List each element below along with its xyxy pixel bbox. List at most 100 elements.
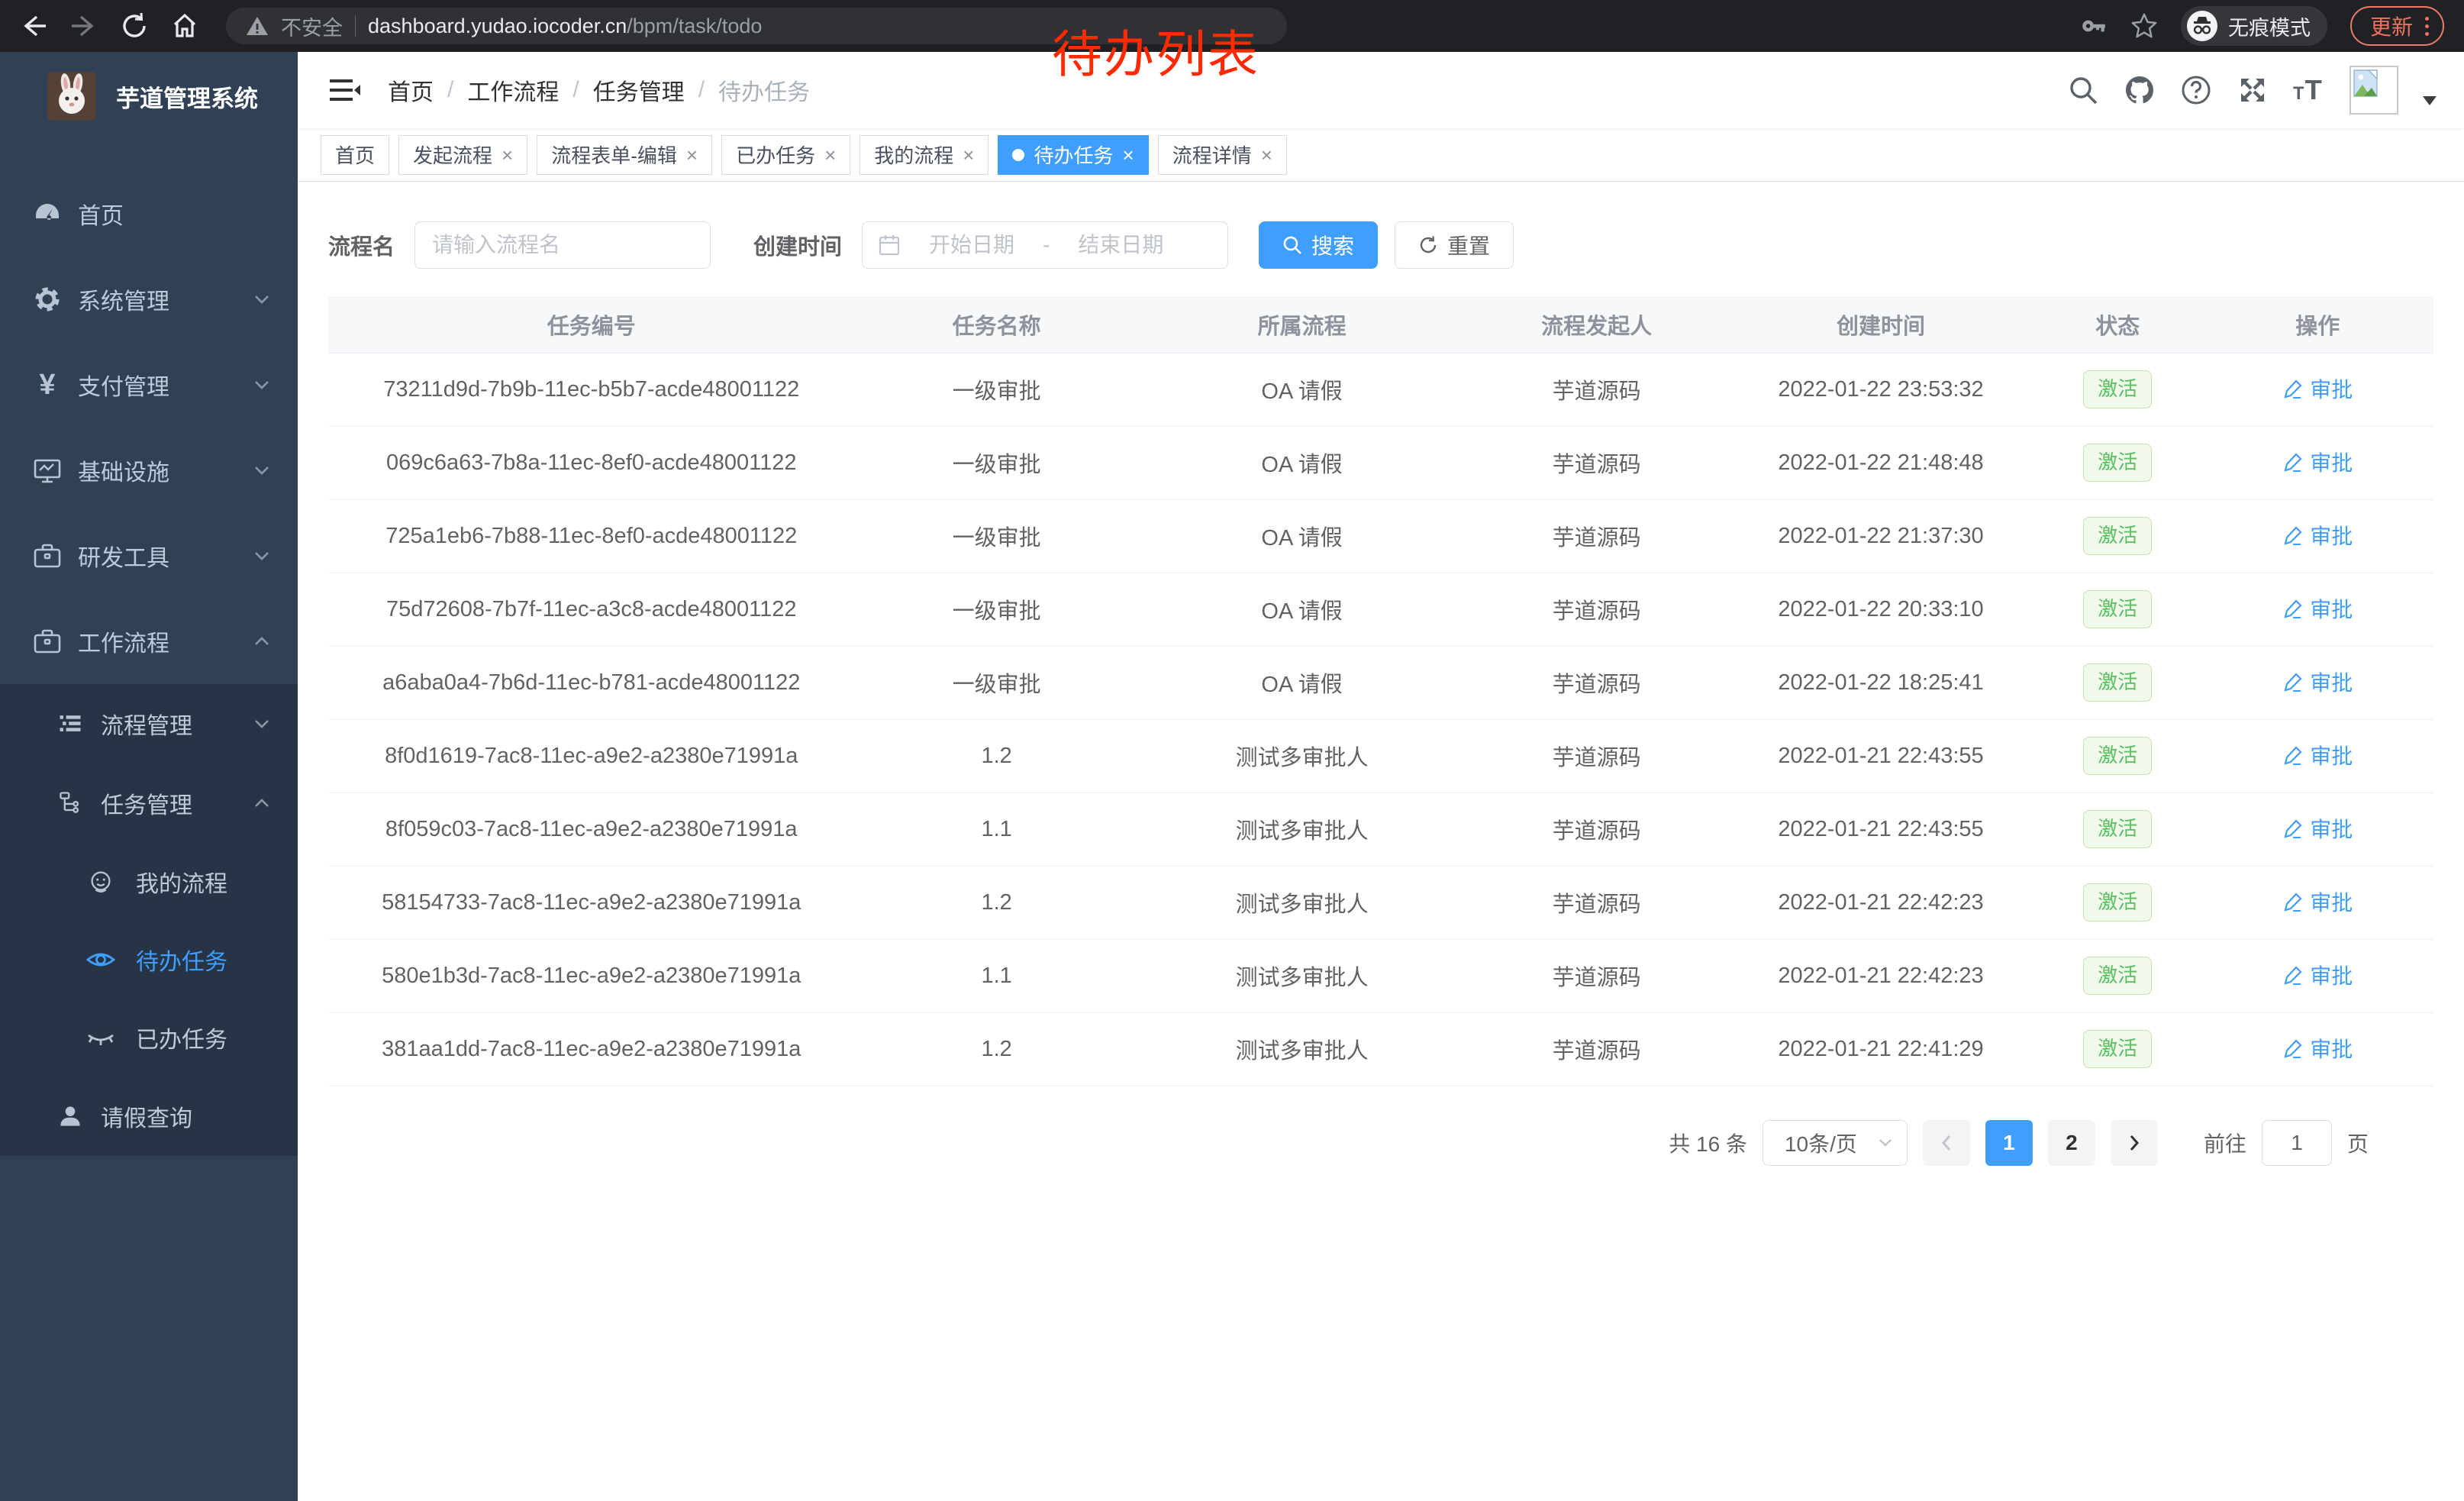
breadcrumb-home[interactable]: 首页 xyxy=(388,73,434,107)
sidebar-item-task-management[interactable]: 任务管理 xyxy=(0,763,298,843)
approve-button[interactable]: 审批 xyxy=(2282,593,2353,624)
reload-icon[interactable] xyxy=(121,12,148,40)
table-row: 75d72608-7b7f-11ec-a3c8-acde48001122 一级审… xyxy=(328,573,2433,646)
status-cell: 激活 xyxy=(2033,719,2202,792)
avatar-dropdown-caret[interactable] xyxy=(2423,96,2437,105)
app-logo-row[interactable]: 芋道管理系统 xyxy=(0,52,298,140)
tab-home[interactable]: 首页 xyxy=(321,135,389,175)
page-button-1[interactable]: 1 xyxy=(1985,1120,2033,1166)
approve-button[interactable]: 审批 xyxy=(2282,813,2353,844)
task-id-cell: 069c6a63-7b8a-11ec-8ef0-acde48001122 xyxy=(328,426,855,499)
status-badge: 激活 xyxy=(2083,663,2152,701)
sidebar-item-my-process[interactable]: 我的流程 xyxy=(0,843,298,921)
sidebar-item-payment[interactable]: ¥ 支付管理 xyxy=(0,342,298,428)
actions-cell: 审批 xyxy=(2202,792,2433,866)
chevron-down-icon xyxy=(253,550,270,562)
total-count: 共 16 条 xyxy=(1669,1128,1747,1158)
sidebar-item-workflow[interactable]: 工作流程 xyxy=(0,599,298,684)
tab-process-detail[interactable]: 流程详情× xyxy=(1158,135,1287,175)
status-cell: 激活 xyxy=(2033,646,2202,719)
col-task-name: 任务名称 xyxy=(855,296,1139,353)
task-table: 任务编号 任务名称 所属流程 流程发起人 创建时间 状态 操作 73211d9d… xyxy=(328,296,2433,1086)
goto-page-input[interactable] xyxy=(2262,1120,2332,1166)
end-date-input[interactable] xyxy=(1056,233,1185,257)
page-content: 流程名 创建时间 - 搜索 重置 任务编号 任务名称 xyxy=(298,182,2464,1166)
approve-button[interactable]: 审批 xyxy=(2282,886,2353,917)
close-icon[interactable]: × xyxy=(1123,145,1134,165)
fullscreen-icon[interactable] xyxy=(2237,74,2269,106)
approve-button[interactable]: 审批 xyxy=(2282,960,2353,990)
edit-icon xyxy=(2282,671,2304,692)
status-badge: 激活 xyxy=(2083,370,2152,408)
back-icon[interactable] xyxy=(20,12,47,40)
status-cell: 激活 xyxy=(2033,866,2202,939)
home-icon[interactable] xyxy=(171,12,198,40)
date-range-picker[interactable]: - xyxy=(862,221,1228,269)
table-row: 381aa1dd-7ac8-11ec-a9e2-a2380e71991a 1.2… xyxy=(328,1012,2433,1086)
tab-my-process[interactable]: 我的流程× xyxy=(859,135,989,175)
create-time-cell: 2022-01-22 21:37:30 xyxy=(1728,499,2033,573)
security-label[interactable]: 不安全 xyxy=(281,11,343,41)
font-size-icon[interactable]: TT xyxy=(2293,74,2325,106)
approve-button[interactable]: 审批 xyxy=(2282,520,2353,550)
process-cell: OA 请假 xyxy=(1139,426,1465,499)
sidebar-item-done-tasks[interactable]: 已办任务 xyxy=(0,999,298,1077)
sidebar-item-devtools[interactable]: 研发工具 xyxy=(0,513,298,599)
next-page-button[interactable] xyxy=(2111,1120,2158,1166)
close-icon[interactable]: × xyxy=(963,145,974,165)
url-text[interactable]: dashboard.yudao.iocoder.cn/bpm/task/todo xyxy=(368,15,762,38)
edit-icon xyxy=(2282,451,2304,473)
status-badge: 激活 xyxy=(2083,810,2152,847)
approve-button[interactable]: 审批 xyxy=(2282,667,2353,697)
tab-todo-tasks[interactable]: 待办任务× xyxy=(998,135,1148,175)
status-cell: 激活 xyxy=(2033,1012,2202,1086)
bookmark-star-icon[interactable] xyxy=(2130,12,2158,40)
close-icon[interactable]: × xyxy=(686,145,698,165)
browser-menu-icon[interactable] xyxy=(2425,17,2429,36)
help-icon[interactable] xyxy=(2180,74,2212,106)
approve-button[interactable]: 审批 xyxy=(2282,373,2353,404)
table-row: 725a1eb6-7b88-11ec-8ef0-acde48001122 一级审… xyxy=(328,499,2433,573)
sidebar-item-system[interactable]: 系统管理 xyxy=(0,257,298,342)
close-icon[interactable]: × xyxy=(1261,145,1272,165)
create-time-cell: 2022-01-22 21:48:48 xyxy=(1728,426,2033,499)
sidebar-collapse-icon[interactable] xyxy=(328,75,362,105)
approve-button[interactable]: 审批 xyxy=(2282,447,2353,477)
breadcrumb-task-management[interactable]: 任务管理 xyxy=(593,73,685,107)
create-time-cell: 2022-01-22 18:25:41 xyxy=(1728,646,2033,719)
close-icon[interactable]: × xyxy=(502,145,513,165)
svg-text:T: T xyxy=(2293,84,2304,104)
start-date-input[interactable] xyxy=(907,233,1037,257)
col-starter: 流程发起人 xyxy=(1465,296,1728,353)
page-button-2[interactable]: 2 xyxy=(2048,1120,2095,1166)
search-icon[interactable] xyxy=(2067,74,2099,106)
approve-button[interactable]: 审批 xyxy=(2282,740,2353,770)
github-icon[interactable] xyxy=(2124,74,2156,106)
breadcrumb-workflow[interactable]: 工作流程 xyxy=(467,73,559,107)
tab-form-edit[interactable]: 流程表单-编辑× xyxy=(537,135,712,175)
col-actions: 操作 xyxy=(2202,296,2433,353)
status-cell: 激活 xyxy=(2033,499,2202,573)
close-icon[interactable]: × xyxy=(824,145,836,165)
user-avatar[interactable] xyxy=(2350,66,2398,115)
process-name-input[interactable] xyxy=(414,221,711,269)
status-badge: 激活 xyxy=(2083,590,2152,628)
search-button[interactable]: 搜索 xyxy=(1259,221,1378,269)
sidebar-item-infrastructure[interactable]: 基础设施 xyxy=(0,428,298,513)
person-icon xyxy=(55,1101,85,1131)
forward-icon[interactable] xyxy=(70,12,98,40)
key-icon[interactable] xyxy=(2080,12,2108,40)
tab-start-process[interactable]: 发起流程× xyxy=(398,135,527,175)
sidebar-item-process-management[interactable]: 流程管理 xyxy=(0,684,298,763)
update-button[interactable]: 更新 xyxy=(2350,6,2444,46)
tab-done-tasks[interactable]: 已办任务× xyxy=(721,135,850,175)
page-size-select[interactable]: 10条/页 xyxy=(1763,1120,1908,1166)
search-icon xyxy=(1282,235,1302,255)
sidebar-item-leave-query[interactable]: 请假查询 xyxy=(0,1077,298,1156)
sidebar-item-home[interactable]: 首页 xyxy=(0,171,298,257)
prev-page-button[interactable] xyxy=(1923,1120,1970,1166)
reset-button[interactable]: 重置 xyxy=(1395,221,1514,269)
approve-button[interactable]: 审批 xyxy=(2282,1033,2353,1064)
sidebar-item-todo-tasks[interactable]: 待办任务 xyxy=(0,921,298,999)
process-cell: 测试多审批人 xyxy=(1139,866,1465,939)
